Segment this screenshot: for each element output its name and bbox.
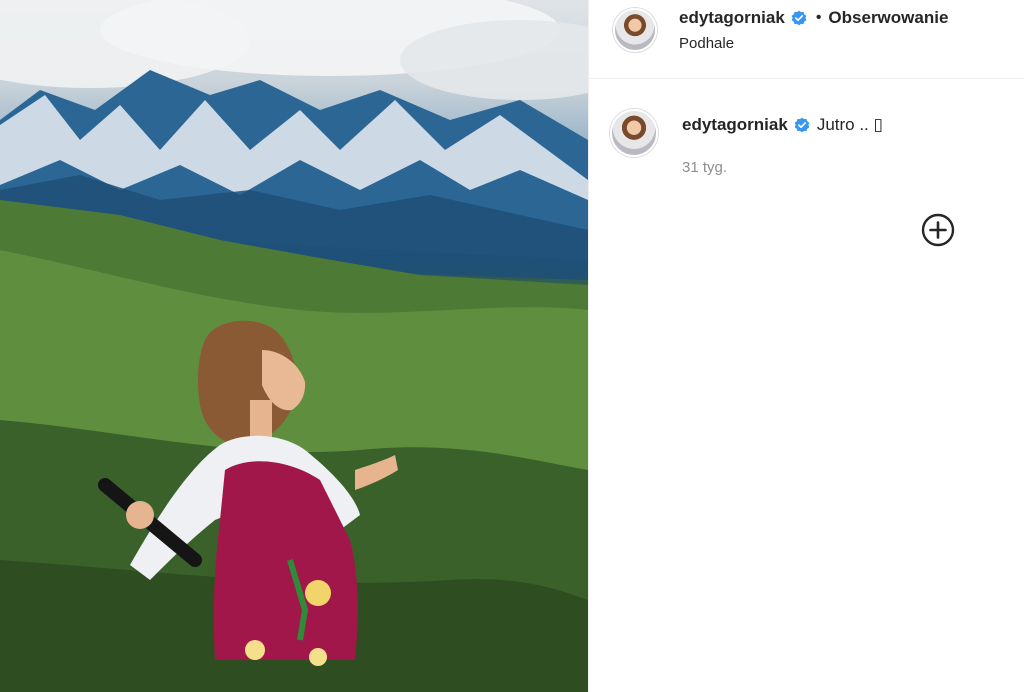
verified-badge-icon xyxy=(791,10,807,26)
plus-circle-icon[interactable] xyxy=(921,213,955,247)
author-avatar[interactable] xyxy=(613,8,657,52)
author-row: edytagorniak • Obserwowanie xyxy=(679,7,948,29)
author-username[interactable]: edytagorniak xyxy=(679,8,785,28)
caption-author-avatar[interactable] xyxy=(610,109,658,157)
post-details-panel: edytagorniak • Obserwowanie Podhale edyt… xyxy=(588,0,1024,692)
verified-badge-icon xyxy=(794,117,810,133)
photo-scene xyxy=(0,0,588,692)
post-photo[interactable] xyxy=(0,0,588,692)
post-location[interactable]: Podhale xyxy=(679,35,734,52)
following-button[interactable]: Obserwowanie xyxy=(828,8,948,28)
post-header: edytagorniak • Obserwowanie Podhale xyxy=(589,0,1024,79)
caption-text: Jutro .. ▯ xyxy=(816,115,883,134)
caption-author-username[interactable]: edytagorniak xyxy=(682,115,788,135)
post-timestamp[interactable]: 31 tyg. xyxy=(682,159,727,176)
caption-row: edytagorniak Jutro .. ▯ xyxy=(682,114,883,136)
separator-dot: • xyxy=(815,9,822,26)
